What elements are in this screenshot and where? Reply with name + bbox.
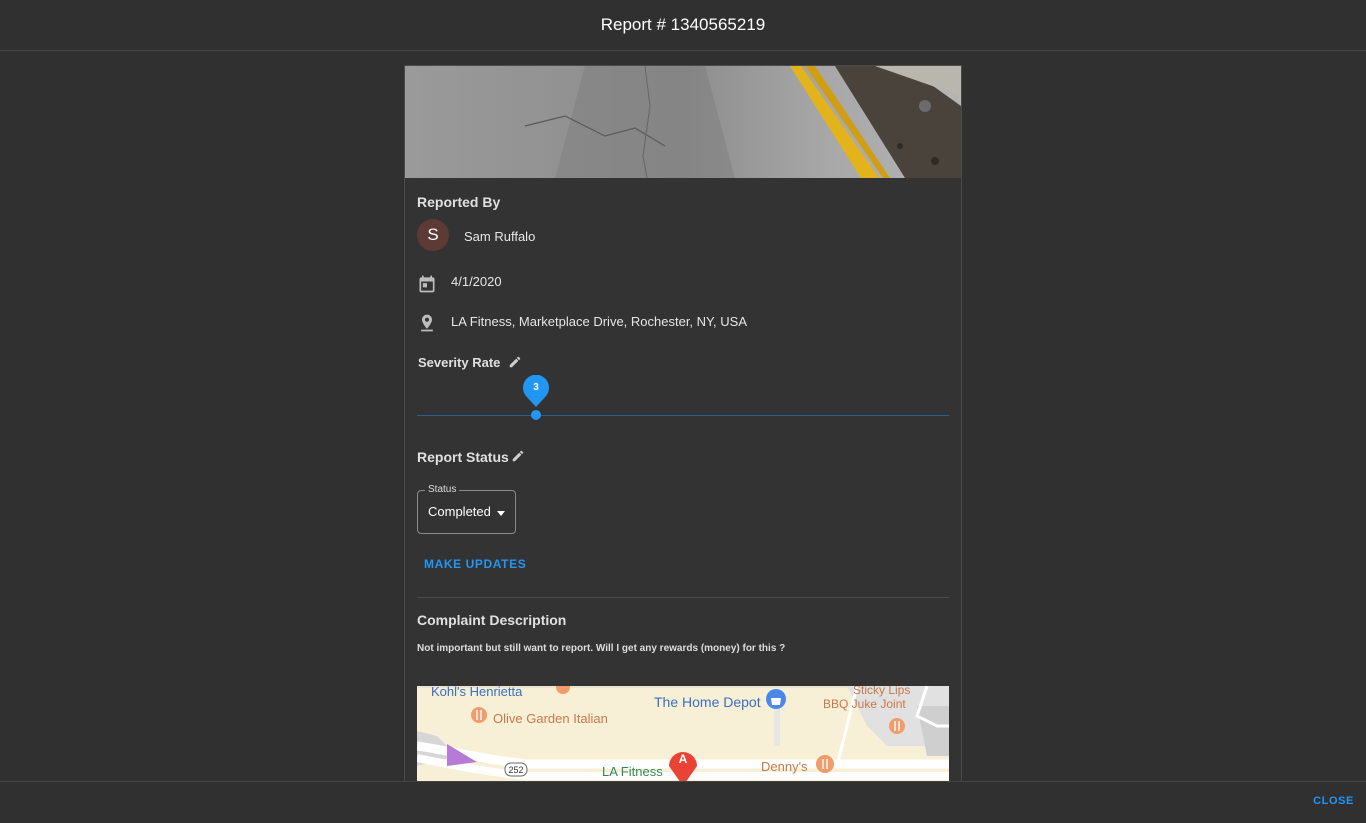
status-select-legend: Status bbox=[425, 484, 460, 495]
severity-slider-thumb[interactable] bbox=[531, 410, 541, 420]
close-button[interactable]: CLOSE bbox=[1313, 795, 1354, 807]
complaint-text: Not important but still want to report. … bbox=[417, 643, 786, 654]
status-select-value[interactable]: Completed bbox=[428, 504, 491, 519]
edit-status-icon[interactable] bbox=[511, 449, 525, 463]
restaurant-marker-icon bbox=[471, 707, 487, 723]
report-location: LA Fitness, Marketplace Drive, Rochester… bbox=[451, 314, 747, 329]
severity-value: 3 bbox=[533, 382, 539, 393]
calendar-icon bbox=[419, 275, 435, 293]
report-status-heading: Report Status bbox=[417, 449, 509, 465]
map-label-sticky-lips: Sticky Lips bbox=[853, 686, 910, 697]
location-map[interactable]: 252 Kohl's Henrietta Olive Garden Italia… bbox=[417, 686, 949, 781]
dialog-footer: CLOSE bbox=[0, 781, 1366, 823]
map-pin-a-label: A bbox=[679, 752, 688, 766]
report-date: 4/1/2020 bbox=[451, 274, 502, 289]
map-label-olive-garden: Olive Garden Italian bbox=[493, 711, 608, 726]
reported-by-heading: Reported By bbox=[417, 194, 501, 210]
dialog-header: Report # 1340565219 bbox=[0, 0, 1366, 51]
avatar-initial: S bbox=[427, 225, 439, 244]
map-label-bbq-juke-joint: BBQ Juke Joint bbox=[823, 697, 906, 711]
dialog-content[interactable]: Reported By S Sam Ruffalo 4/1/2020 LA Fi… bbox=[0, 51, 1366, 781]
map-label-dennys: Denny's bbox=[761, 759, 808, 774]
chevron-down-icon[interactable] bbox=[497, 511, 505, 516]
reporter-name: Sam Ruffalo bbox=[464, 229, 536, 244]
map-label-la-fitness: LA Fitness bbox=[602, 764, 663, 779]
make-updates-button[interactable]: MAKE UPDATES bbox=[417, 551, 533, 577]
avatar: S bbox=[417, 219, 449, 251]
map-label-home-depot: The Home Depot bbox=[654, 694, 761, 710]
edit-severity-icon[interactable] bbox=[508, 355, 522, 369]
route-shield-label: 252 bbox=[508, 765, 523, 775]
location-pin-icon bbox=[421, 314, 433, 332]
map-label-kohls: Kohl's Henrietta bbox=[431, 686, 523, 699]
restaurant-marker-icon bbox=[816, 755, 834, 773]
severity-heading: Severity Rate bbox=[418, 355, 501, 370]
map-canvas[interactable]: 252 Kohl's Henrietta Olive Garden Italia… bbox=[417, 686, 949, 781]
complaint-heading: Complaint Description bbox=[417, 612, 567, 628]
report-photo bbox=[405, 66, 961, 178]
report-card: Reported By S Sam Ruffalo 4/1/2020 LA Fi… bbox=[404, 65, 962, 781]
report-title: Report # 1340565219 bbox=[600, 15, 766, 34]
restaurant-marker-icon bbox=[889, 718, 905, 734]
section-divider bbox=[417, 597, 949, 598]
severity-slider-track[interactable] bbox=[417, 415, 949, 416]
